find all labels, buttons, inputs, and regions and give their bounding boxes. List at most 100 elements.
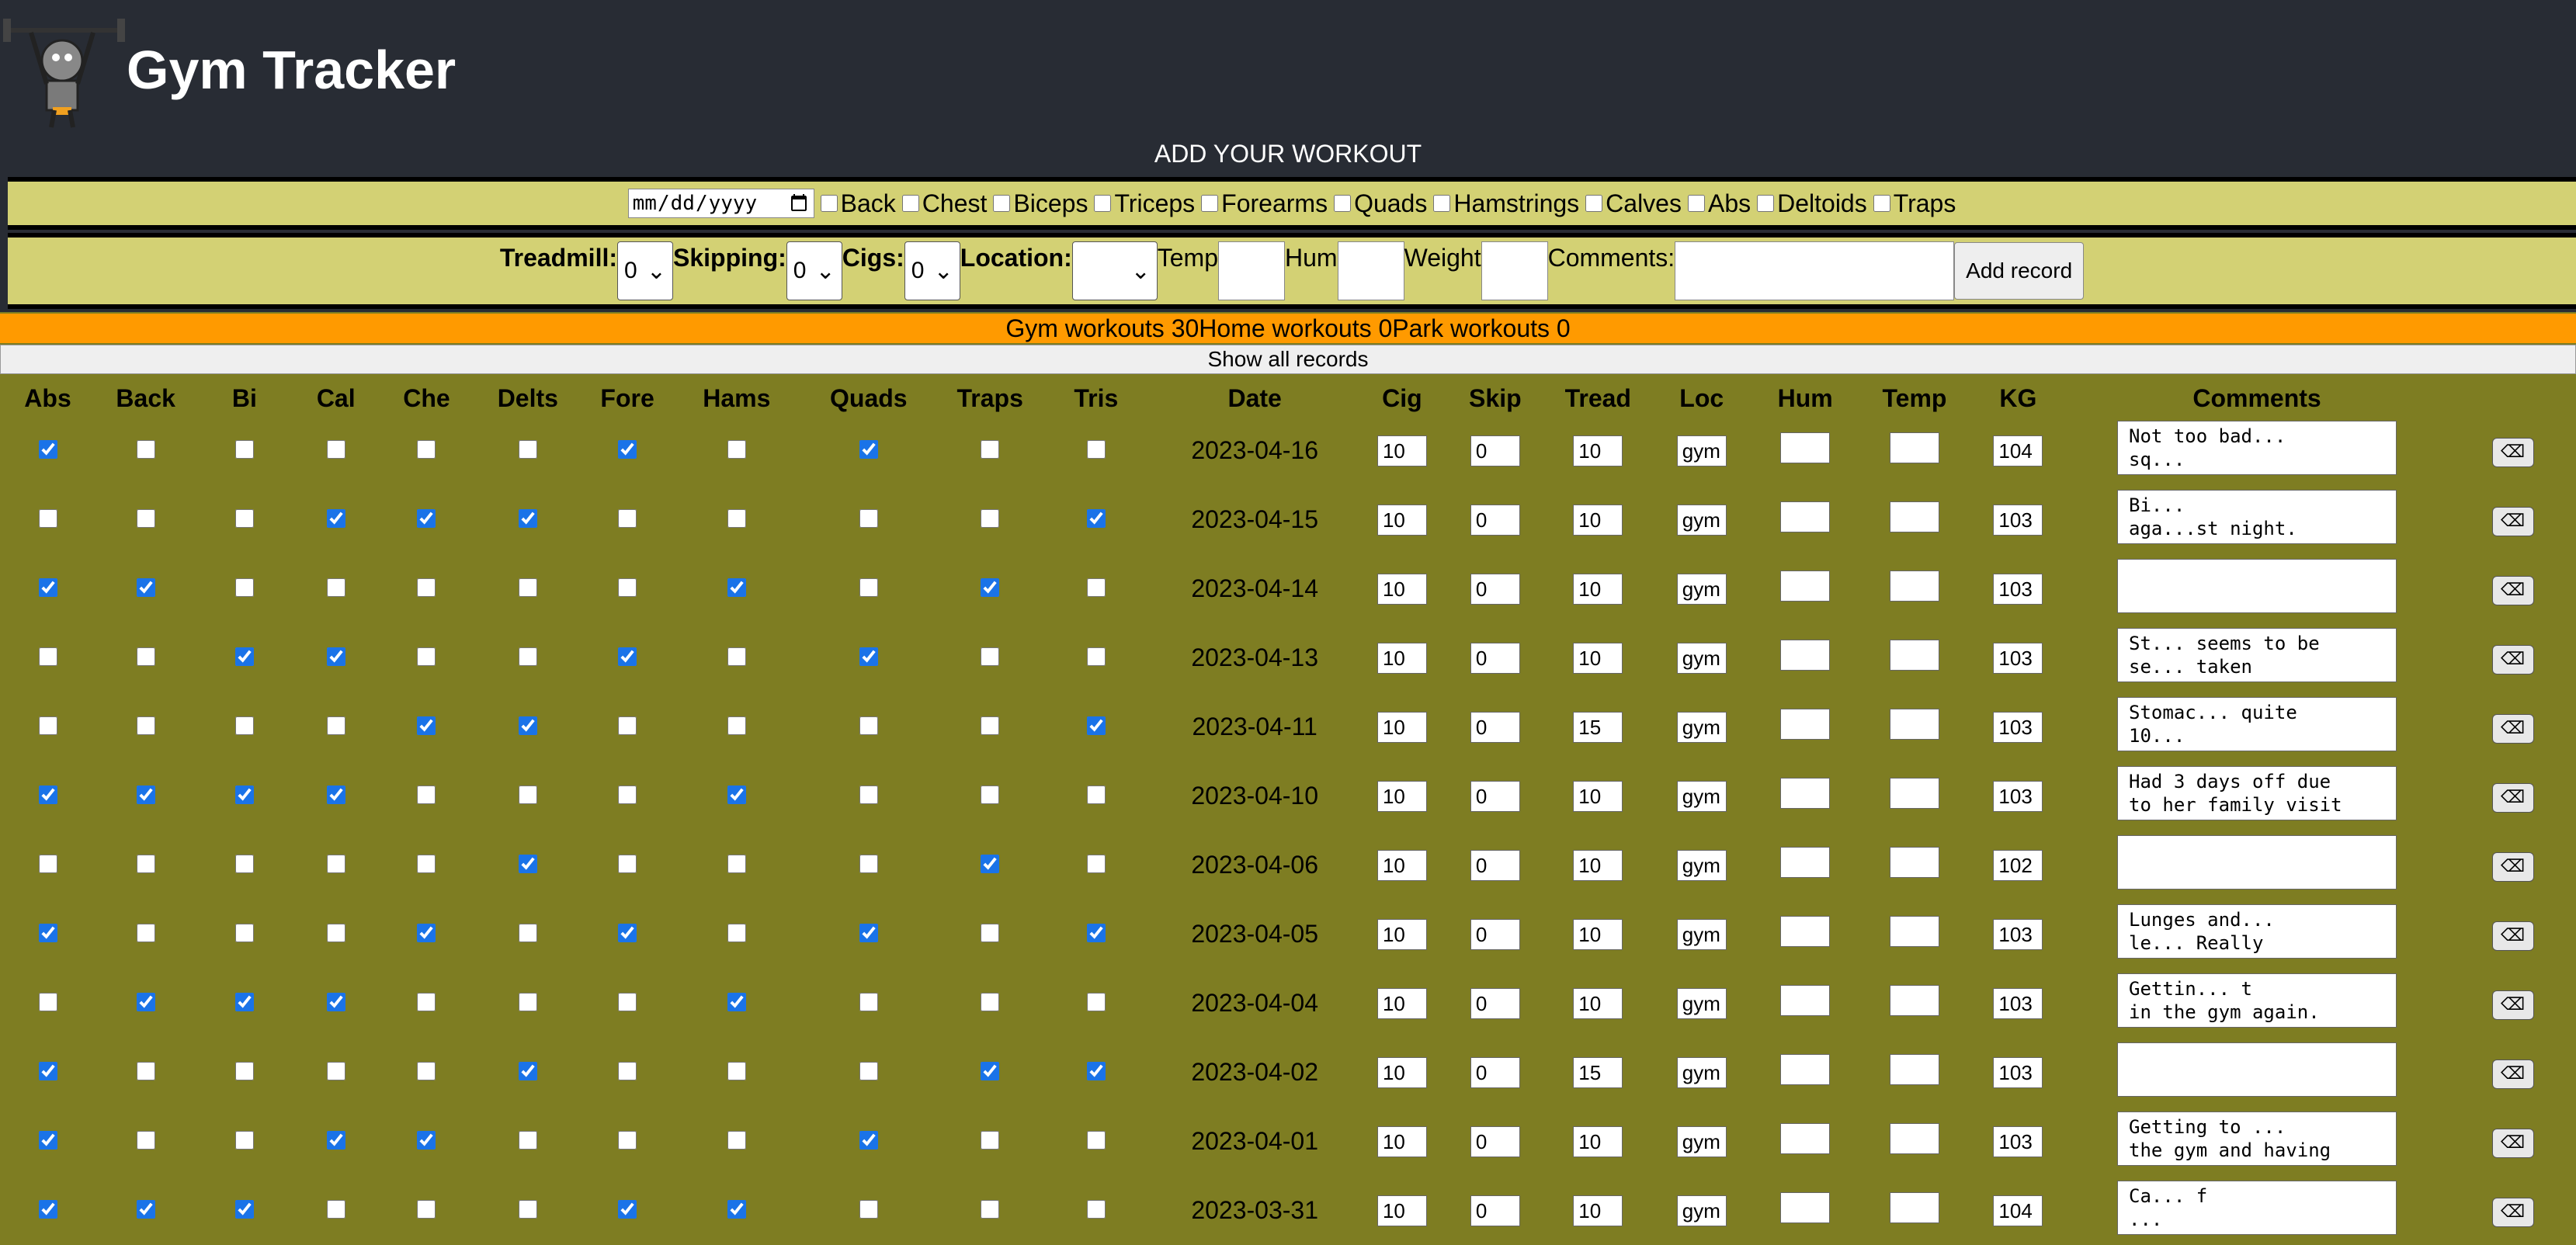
muscle-done-checkbox[interactable] — [234, 924, 254, 942]
temp-input[interactable] — [1889, 708, 1939, 740]
tread-input[interactable]: 15 — [1573, 711, 1623, 743]
muscle-done-checkbox[interactable] — [981, 716, 1000, 735]
delete-button[interactable]: ⌫ — [2491, 1059, 2534, 1089]
temp-input[interactable] — [1889, 777, 1939, 809]
muscle-done-checkbox[interactable] — [859, 1200, 878, 1219]
hum-input[interactable] — [1780, 501, 1831, 532]
hum-input[interactable] — [1780, 570, 1831, 602]
muscle-done-checkbox[interactable] — [417, 509, 436, 528]
location-select[interactable]: ⌄ — [1071, 241, 1158, 300]
muscle-done-checkbox[interactable] — [859, 578, 878, 597]
tread-input[interactable]: 10 — [1573, 435, 1623, 466]
cig-input[interactable]: 10 — [1377, 642, 1427, 674]
hum-input[interactable] — [1780, 1122, 1831, 1154]
muscle-done-checkbox[interactable] — [859, 647, 878, 666]
kg-input[interactable]: 103 — [1993, 642, 2043, 674]
loc-input[interactable]: gym — [1676, 1125, 1727, 1157]
muscle-done-checkbox[interactable] — [38, 993, 57, 1011]
kg-input[interactable]: 103 — [1993, 1056, 2043, 1088]
temp-input[interactable] — [1889, 570, 1939, 602]
muscle-done-checkbox[interactable] — [727, 1200, 746, 1219]
skip-input[interactable]: 0 — [1470, 918, 1520, 950]
muscle-checkbox-back[interactable] — [820, 195, 838, 212]
hum-input[interactable] — [1780, 915, 1831, 947]
delete-button[interactable]: ⌫ — [2491, 644, 2534, 675]
temp-input[interactable] — [1889, 1122, 1939, 1154]
cig-input[interactable]: 10 — [1377, 504, 1427, 536]
muscle-done-checkbox[interactable] — [981, 855, 1000, 873]
muscle-done-checkbox[interactable] — [136, 578, 155, 597]
muscle-done-checkbox[interactable] — [38, 785, 57, 804]
tread-input[interactable]: 10 — [1573, 987, 1623, 1019]
cig-input[interactable]: 10 — [1377, 1056, 1427, 1088]
loc-input[interactable]: gym — [1676, 642, 1727, 674]
muscle-done-checkbox[interactable] — [136, 1200, 155, 1219]
muscle-done-checkbox[interactable] — [518, 1062, 537, 1080]
muscle-done-checkbox[interactable] — [38, 855, 57, 873]
muscle-done-checkbox[interactable] — [727, 578, 746, 597]
muscle-done-checkbox[interactable] — [981, 440, 1000, 459]
muscle-checkbox-hamstrings[interactable] — [1433, 195, 1451, 212]
loc-input[interactable]: gym — [1676, 711, 1727, 743]
muscle-done-checkbox[interactable] — [234, 647, 254, 666]
tread-input[interactable]: 10 — [1573, 642, 1623, 674]
cig-input[interactable]: 10 — [1377, 780, 1427, 812]
loc-input[interactable]: gym — [1676, 1056, 1727, 1088]
muscle-done-checkbox[interactable] — [518, 993, 537, 1011]
muscle-done-checkbox[interactable] — [727, 924, 746, 942]
muscle-done-checkbox[interactable] — [618, 578, 637, 597]
muscle-done-checkbox[interactable] — [234, 855, 254, 873]
delete-button[interactable]: ⌫ — [2491, 506, 2534, 536]
muscle-done-checkbox[interactable] — [1086, 509, 1106, 528]
comment-textarea[interactable]: Gettin... t in the gym again. — [2117, 973, 2397, 1028]
muscle-done-checkbox[interactable] — [417, 1200, 436, 1219]
muscle-done-checkbox[interactable] — [518, 578, 537, 597]
muscle-done-checkbox[interactable] — [727, 509, 746, 528]
muscle-checkbox-deltoids[interactable] — [1757, 195, 1775, 212]
muscle-done-checkbox[interactable] — [38, 924, 57, 942]
muscle-done-checkbox[interactable] — [981, 578, 1000, 597]
muscle-done-checkbox[interactable] — [1086, 1062, 1106, 1080]
muscle-done-checkbox[interactable] — [727, 716, 746, 735]
tread-input[interactable]: 10 — [1573, 1195, 1623, 1226]
temp-input[interactable] — [1889, 1053, 1939, 1085]
muscle-done-checkbox[interactable] — [136, 509, 155, 528]
hum-input[interactable] — [1780, 984, 1831, 1016]
cig-input[interactable]: 10 — [1377, 711, 1427, 743]
loc-input[interactable]: gym — [1676, 573, 1727, 605]
muscle-done-checkbox[interactable] — [417, 1131, 436, 1150]
muscle-done-checkbox[interactable] — [727, 785, 746, 804]
muscle-done-checkbox[interactable] — [1086, 1131, 1106, 1150]
hum-input[interactable] — [1780, 1191, 1831, 1223]
muscle-done-checkbox[interactable] — [859, 924, 878, 942]
muscle-done-checkbox[interactable] — [234, 440, 254, 459]
muscle-done-checkbox[interactable] — [417, 440, 436, 459]
delete-button[interactable]: ⌫ — [2491, 575, 2534, 605]
cig-input[interactable]: 10 — [1377, 987, 1427, 1019]
tread-input[interactable]: 10 — [1573, 849, 1623, 881]
muscle-done-checkbox[interactable] — [981, 1062, 1000, 1080]
muscle-done-checkbox[interactable] — [1086, 993, 1106, 1011]
muscle-done-checkbox[interactable] — [618, 509, 637, 528]
comment-textarea[interactable]: Lunges and... le... Really — [2117, 903, 2397, 959]
muscle-checkbox-calves[interactable] — [1585, 195, 1603, 212]
muscle-done-checkbox[interactable] — [518, 716, 537, 735]
tread-input[interactable]: 10 — [1573, 573, 1623, 605]
muscle-done-checkbox[interactable] — [38, 509, 57, 528]
muscle-done-checkbox[interactable] — [38, 1062, 57, 1080]
comment-textarea[interactable]: Not too bad... sq... — [2117, 420, 2397, 475]
loc-input[interactable]: gym — [1676, 1195, 1727, 1226]
muscle-done-checkbox[interactable] — [1086, 578, 1106, 597]
muscle-checkbox-traps[interactable] — [1873, 195, 1890, 212]
comment-textarea[interactable]: Ca... f ... — [2117, 1180, 2397, 1235]
temp-input[interactable] — [1218, 241, 1285, 300]
tread-input[interactable]: 10 — [1573, 780, 1623, 812]
muscle-done-checkbox[interactable] — [417, 785, 436, 804]
cigs-select[interactable]: 0 ⌄ — [904, 241, 960, 300]
muscle-done-checkbox[interactable] — [859, 1131, 878, 1150]
muscle-checkbox-chest[interactable] — [901, 195, 919, 212]
kg-input[interactable]: 103 — [1993, 711, 2043, 743]
muscle-done-checkbox[interactable] — [518, 855, 537, 873]
muscle-done-checkbox[interactable] — [859, 993, 878, 1011]
hum-input[interactable] — [1780, 639, 1831, 671]
